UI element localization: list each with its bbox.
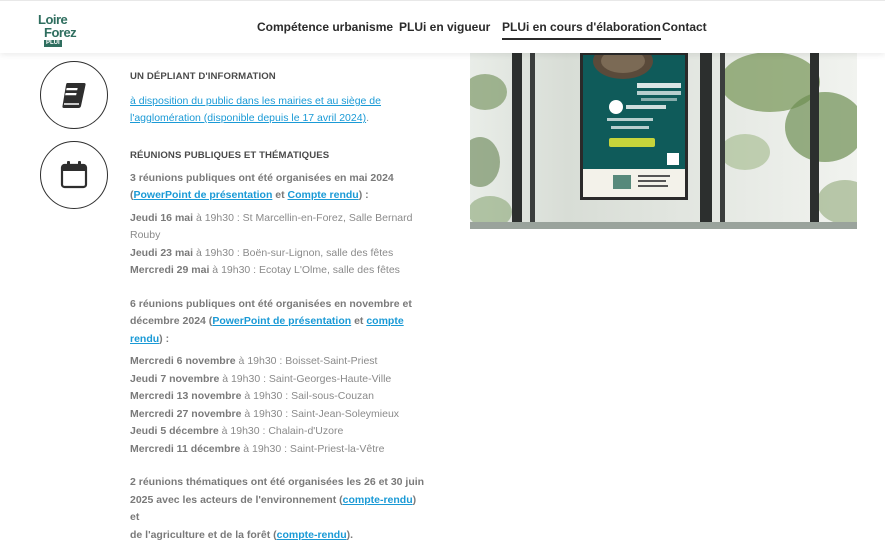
- site-header: Loire Forez PLUI Compétence urbanisme PL…: [0, 0, 885, 53]
- calendar-icon: [40, 141, 108, 209]
- group2-intro-a: 6 réunions publiques ont été organisées …: [130, 297, 412, 310]
- logo-line-2: Forez: [44, 25, 77, 40]
- nav-plui-en-cours[interactable]: PLUi en cours d'élaboration: [502, 20, 661, 40]
- group1-close: ) :: [358, 189, 369, 201]
- list-item: Jeudi 16 mai à 19h30 : St Marcellin-en-F…: [130, 210, 425, 245]
- list-item: Jeudi 23 mai à 19h30 : Boën-sur-Lignon, …: [130, 245, 425, 263]
- group1-ppt-link[interactable]: PowerPoint de présentation: [134, 189, 273, 201]
- depliant-link-end: .: [366, 112, 369, 124]
- depliant-section: UN DÉPLIANT D'INFORMATION à disposition …: [130, 68, 425, 128]
- meeting-details: à 19h30 : Chalain-d'Uzore: [218, 425, 344, 437]
- list-item: Mercredi 27 novembre à 19h30 : Saint-Jea…: [130, 406, 425, 424]
- site-logo[interactable]: Loire Forez PLUI: [38, 13, 82, 47]
- meeting-details: à 19h30 : Boisset-Saint-Priest: [235, 355, 378, 367]
- meeting-day: Mercredi 29 mai: [130, 264, 210, 276]
- group2-compte-rendu-link-a[interactable]: compte: [366, 315, 403, 327]
- booklet-icon: [40, 61, 108, 129]
- group2-intro: 6 réunions publiques ont été organisées …: [130, 296, 425, 349]
- group3-line3-post: ).: [346, 528, 354, 541]
- meeting-day: Mercredi 27 novembre: [130, 407, 242, 420]
- depliant-link-line1[interactable]: à disposition du public dans les mairies…: [130, 95, 381, 107]
- meeting-details: à 19h30 : Saint-Priest-la-Vêtre: [240, 442, 385, 455]
- group2-close: ) :: [159, 332, 170, 345]
- meeting-details: à 19h30 : Ecotay L'Olme, salle des fêtes: [209, 264, 400, 276]
- nav-plui-en-vigueur[interactable]: PLUi en vigueur: [399, 20, 490, 34]
- meeting-details: à 19h30 : Saint-Georges-Haute-Ville: [219, 372, 392, 385]
- list-item: Mercredi 11 décembre à 19h30 : Saint-Pri…: [130, 441, 425, 459]
- meeting-day: Mercredi 11 décembre: [130, 442, 241, 455]
- group3-intro: 2 réunions thématiques ont été organisée…: [130, 474, 425, 544]
- nav-contact[interactable]: Contact: [662, 20, 707, 34]
- depliant-heading: UN DÉPLIANT D'INFORMATION: [130, 71, 276, 82]
- group1-list: Jeudi 16 mai à 19h30 : St Marcellin-en-F…: [130, 210, 425, 280]
- group1-compte-rendu-link[interactable]: Compte rendu: [288, 189, 359, 201]
- meeting-day: Jeudi 23 mai: [130, 246, 194, 259]
- depliant-link-line2[interactable]: l'agglomération (disponible depuis le 17…: [130, 112, 366, 124]
- group3-env-compte-rendu-link[interactable]: compte-rendu: [343, 494, 413, 506]
- group3-agri-compte-rendu-link[interactable]: compte-rendu: [277, 529, 347, 541]
- reunions-section: RÉUNIONS PUBLIQUES ET THÉMATIQUES 3 réun…: [130, 147, 425, 544]
- poster-board: [580, 52, 688, 200]
- meeting-day: Mercredi 6 novembre: [130, 355, 236, 367]
- list-item: Jeudi 5 décembre à 19h30 : Chalain-d'Uzo…: [130, 423, 425, 441]
- meeting-day: Jeudi 5 décembre: [130, 425, 219, 437]
- group3-line1: 2 réunions thématiques ont été organisée…: [130, 476, 425, 488]
- reunions-heading: RÉUNIONS PUBLIQUES ET THÉMATIQUES: [130, 150, 330, 161]
- nav-competence-urbanisme[interactable]: Compétence urbanisme: [257, 20, 393, 34]
- list-item: Mercredi 13 novembre à 19h30 : Sail-sous…: [130, 388, 425, 406]
- group1-intro-text: 3 réunions publiques ont été organisées …: [130, 171, 394, 184]
- group2-list: Mercredi 6 novembre à 19h30 : Boisset-Sa…: [130, 353, 425, 458]
- list-item: Mercredi 6 novembre à 19h30 : Boisset-Sa…: [130, 353, 425, 371]
- list-item: Jeudi 7 novembre à 19h30 : Saint-Georges…: [130, 371, 425, 389]
- group1-intro: 3 réunions publiques ont été organisées …: [130, 170, 425, 205]
- group2-intro-b: décembre 2024 (: [130, 315, 213, 327]
- poster-photo: [470, 52, 857, 229]
- logo-line-3: PLUI: [44, 40, 62, 47]
- group2-ppt-link[interactable]: PowerPoint de présentation: [212, 315, 351, 327]
- group2-and: et: [351, 315, 367, 327]
- meeting-details: à 19h30 : Sail-sous-Couzan: [241, 390, 374, 402]
- meeting-details: à 19h30 : Boën-sur-Lignon, salle des fêt…: [193, 246, 394, 259]
- meeting-details: à 19h30 : Saint-Jean-Soleymieux: [241, 407, 400, 420]
- group3-line2-pre: 2025 avec les acteurs de l'environnement…: [130, 493, 343, 506]
- group3-line3-pre: de l'agriculture et de la forêt (: [130, 528, 277, 541]
- meeting-day: Mercredi 13 novembre: [130, 390, 242, 402]
- list-item: Mercredi 29 mai à 19h30 : Ecotay L'Olme,…: [130, 262, 425, 280]
- meeting-day: Jeudi 16 mai: [130, 211, 194, 224]
- group2-compte-rendu-link-b[interactable]: rendu: [130, 333, 159, 345]
- group1-and: et: [272, 189, 288, 201]
- meeting-day: Jeudi 7 novembre: [130, 372, 220, 385]
